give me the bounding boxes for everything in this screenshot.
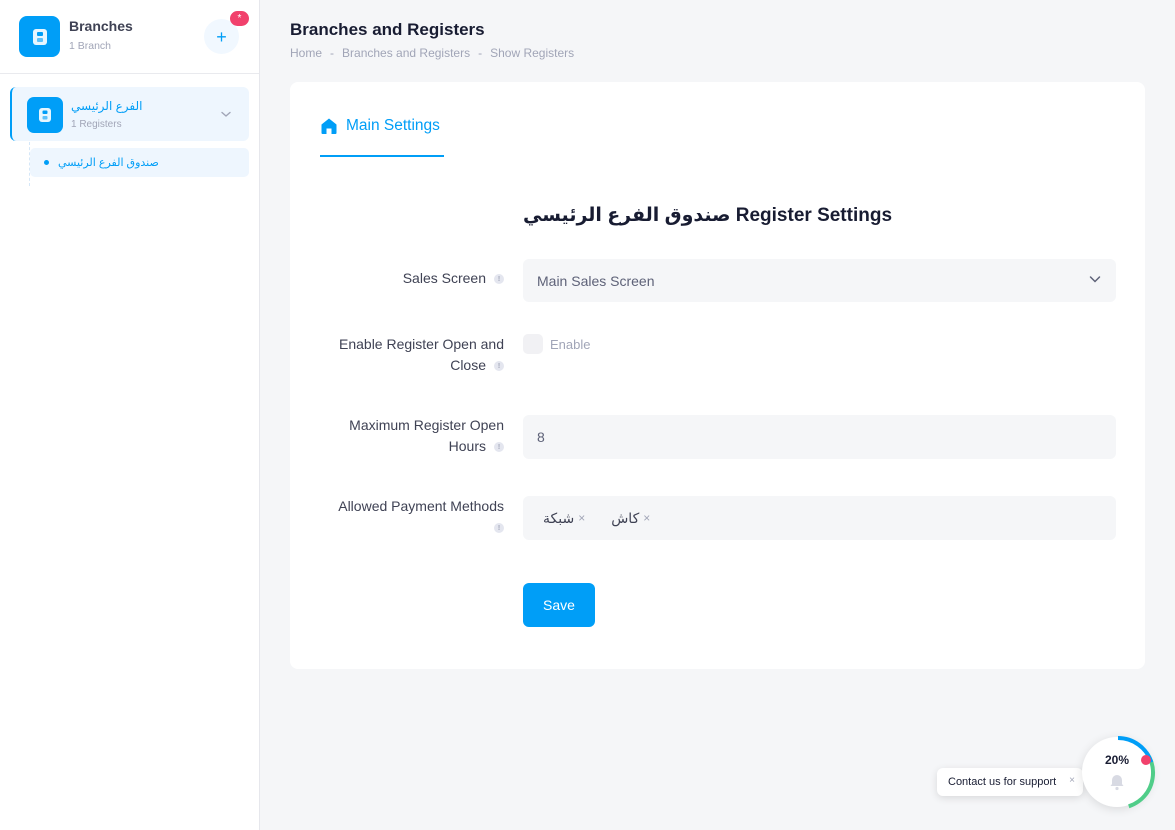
notification-badge: * — [230, 11, 249, 26]
bullet-icon — [44, 160, 49, 165]
bell-icon — [1108, 773, 1126, 796]
breadcrumb-branches[interactable]: Branches and Registers — [342, 46, 470, 60]
payment-tag-label: شبكة — [543, 509, 575, 526]
max-hours-input[interactable]: 8 — [523, 415, 1116, 459]
save-button[interactable]: Save — [523, 583, 595, 627]
payment-methods-label: Allowed Payment Methods ! — [338, 496, 504, 538]
info-icon: ! — [494, 274, 504, 285]
sales-screen-label-text: Sales Screen — [402, 270, 486, 286]
branch-name: الفرع الرئيسي — [71, 99, 143, 113]
enable-open-close-checkbox[interactable] — [523, 334, 543, 354]
sidebar-subtitle: 1 Branch — [69, 40, 112, 52]
sidebar-item-main-branch[interactable]: الفرع الرئيسي 1 Registers — [10, 87, 249, 141]
chevron-down-icon[interactable] — [220, 107, 232, 125]
sales-screen-select[interactable]: Main Sales Screen — [523, 259, 1116, 302]
sidebar: Branches 1 Branch + * الفرع الرئيسي 1 Re… — [0, 0, 260, 830]
enable-checkbox-label: Enable — [550, 337, 591, 352]
payment-methods-input[interactable]: شبكة × كاش × — [523, 496, 1116, 540]
payment-tag: شبكة × — [537, 506, 591, 531]
tab-label: Main Settings — [346, 117, 440, 134]
support-prompt[interactable]: Contact us for support × — [937, 768, 1083, 796]
chevron-down-icon — [1088, 272, 1102, 289]
sales-screen-value: Main Sales Screen — [537, 272, 655, 289]
settings-card: Main Settings صندوق الفرع الرئيسي Regist… — [290, 82, 1145, 669]
open-close-label-line2: Close — [450, 357, 486, 373]
sidebar-title: Branches — [69, 18, 133, 34]
tab-main-settings[interactable]: Main Settings — [320, 116, 444, 157]
home-icon — [320, 117, 338, 140]
onboarding-progress-widget[interactable]: 20% — [1080, 735, 1156, 811]
register-name: صندوق الفرع الرئيسي — [58, 157, 159, 169]
max-hours-label: Maximum Register Open Hours! — [349, 415, 504, 457]
info-icon: ! — [494, 523, 504, 534]
remove-tag-icon[interactable]: × — [578, 511, 585, 525]
branch-register-count: 1 Registers — [71, 119, 122, 130]
breadcrumb-home[interactable]: Home — [290, 46, 322, 60]
register-icon — [19, 16, 60, 57]
sidebar-header: Branches 1 Branch + * — [0, 0, 259, 74]
breadcrumb-separator: - — [478, 46, 483, 60]
branch-icon — [27, 97, 63, 133]
sales-screen-label: Sales Screen! — [403, 268, 504, 289]
section-title: صندوق الفرع الرئيسي Register Settings — [523, 205, 893, 226]
payment-methods-label-text: Allowed Payment Methods — [338, 498, 504, 514]
close-icon[interactable]: × — [1069, 775, 1075, 786]
support-label: Contact us for support — [948, 776, 1057, 788]
info-icon: ! — [494, 442, 504, 453]
sidebar-item-register[interactable]: صندوق الفرع الرئيسي — [30, 148, 249, 177]
breadcrumb: Home - Branches and Registers - Show Reg… — [290, 46, 574, 60]
alert-dot — [1141, 755, 1151, 765]
breadcrumb-separator: - — [330, 46, 335, 60]
breadcrumb-current: Show Registers — [490, 46, 575, 60]
page-title: Branches and Registers — [290, 20, 485, 39]
remove-tag-icon[interactable]: × — [643, 511, 650, 525]
max-hours-label-line2: Hours — [448, 438, 486, 454]
max-hours-label-line1: Maximum Register Open — [349, 417, 504, 433]
open-close-label: Enable Register Open and Close! — [339, 334, 504, 376]
payment-tag-label: كاش — [611, 509, 640, 526]
info-icon: ! — [494, 361, 504, 372]
open-close-label-line1: Enable Register Open and — [339, 336, 504, 352]
payment-tag: كاش × — [605, 506, 656, 531]
